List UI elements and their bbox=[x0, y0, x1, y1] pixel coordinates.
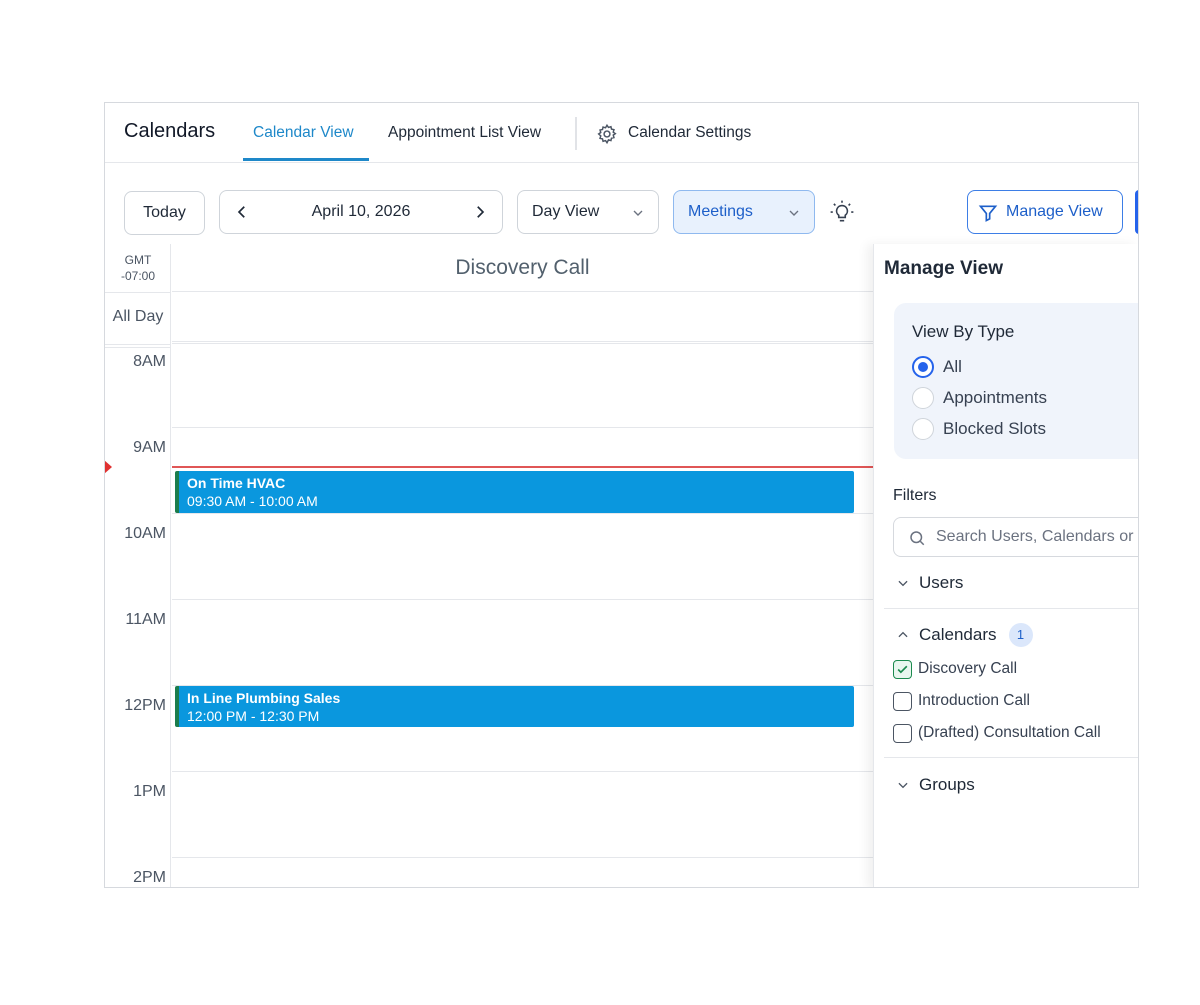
event-title: On Time HVAC bbox=[187, 475, 286, 491]
radio-button[interactable] bbox=[912, 418, 934, 440]
calendar-event[interactable]: On Time HVAC 09:30 AM - 10:00 AM bbox=[175, 471, 854, 513]
gutter-divider bbox=[105, 344, 171, 345]
top-bar: Calendars Calendar View Appointment List… bbox=[105, 103, 1138, 163]
groups-section-label: Groups bbox=[919, 775, 975, 794]
current-time-marker bbox=[105, 460, 112, 474]
hour-label: 1PM bbox=[133, 783, 166, 800]
tab-calendar-settings[interactable]: Calendar Settings bbox=[628, 124, 751, 142]
view-by-type-title: View By Type bbox=[912, 322, 1015, 341]
hour-label: 2PM bbox=[133, 869, 166, 886]
hour-label: 12PM bbox=[124, 697, 166, 714]
users-section-toggle[interactable]: Users bbox=[896, 572, 963, 594]
filter-search-box bbox=[893, 517, 1138, 557]
search-input[interactable] bbox=[936, 518, 1138, 556]
checkbox-label: Introduction Call bbox=[918, 692, 1031, 709]
chevron-down-icon bbox=[898, 782, 908, 789]
filters-title: Filters bbox=[893, 487, 937, 504]
current-date-label[interactable]: April 10, 2026 bbox=[220, 203, 502, 221]
calendar-filter-option[interactable]: Discovery Call bbox=[893, 659, 1017, 679]
today-button[interactable]: Today bbox=[124, 191, 205, 235]
view-mode-select[interactable]: Day View bbox=[517, 190, 659, 234]
date-navigator: April 10, 2026 bbox=[219, 190, 503, 234]
checkbox[interactable] bbox=[893, 659, 912, 679]
calendars-section-label: Calendars bbox=[919, 625, 997, 644]
view-by-type-box: View By Type All Appointments Blocked Sl… bbox=[894, 303, 1138, 459]
timezone-label: GMT -07:00 bbox=[105, 252, 171, 284]
chevron-down-icon bbox=[633, 210, 643, 216]
primary-action-button[interactable] bbox=[1135, 190, 1138, 234]
gutter-divider bbox=[105, 292, 171, 293]
day-calendar-grid: GMT -07:00 Discovery Call All Day 8AM 9A… bbox=[105, 244, 873, 887]
checkbox[interactable] bbox=[893, 723, 912, 743]
radio-button[interactable] bbox=[912, 387, 934, 409]
checkmark-icon bbox=[897, 665, 908, 673]
hour-line bbox=[172, 599, 873, 600]
radio-label: Appointments bbox=[943, 388, 1047, 407]
checkbox[interactable] bbox=[893, 691, 912, 711]
filter-icon bbox=[978, 205, 998, 222]
manage-view-button[interactable]: Manage View bbox=[967, 190, 1123, 234]
chevron-down-icon bbox=[789, 210, 799, 216]
hour-label: 9AM bbox=[133, 439, 166, 456]
hour-line bbox=[172, 771, 873, 772]
manage-view-panel: Manage View View By Type All Appointment… bbox=[873, 244, 1138, 887]
tab-calendar-view[interactable]: Calendar View bbox=[253, 124, 354, 142]
tab-appointment-list-view[interactable]: Appointment List View bbox=[388, 124, 541, 142]
hour-label: 10AM bbox=[124, 525, 166, 542]
calendar-app: Calendars Calendar View Appointment List… bbox=[104, 102, 1139, 888]
current-time-line bbox=[172, 466, 873, 468]
chevron-down-icon bbox=[898, 580, 908, 587]
page-title: Calendars bbox=[124, 120, 216, 142]
chevron-right-icon[interactable] bbox=[471, 203, 489, 221]
radio-option-blocked-slots[interactable]: Blocked Slots bbox=[912, 417, 1046, 441]
section-divider bbox=[884, 757, 1138, 758]
radio-label: Blocked Slots bbox=[943, 419, 1046, 438]
calendar-event[interactable]: In Line Plumbing Sales 12:00 PM - 12:30 … bbox=[175, 686, 854, 727]
radio-option-all[interactable]: All bbox=[912, 355, 962, 379]
active-tab-indicator bbox=[243, 158, 369, 161]
section-divider bbox=[884, 608, 1138, 609]
hour-line bbox=[172, 857, 873, 858]
search-icon bbox=[910, 531, 925, 546]
calendars-section-toggle[interactable]: Calendars 1 bbox=[896, 623, 1033, 647]
manage-view-label: Manage View bbox=[1006, 203, 1103, 220]
timezone-label-line1: GMT bbox=[124, 253, 152, 267]
calendar-column-header: Discovery Call bbox=[172, 244, 873, 292]
timezone-label-line2: -07:00 bbox=[120, 269, 156, 283]
radio-label: All bbox=[943, 357, 962, 376]
checkbox-label: (Drafted) Consultation Call bbox=[918, 724, 1101, 741]
radio-button[interactable] bbox=[912, 356, 934, 378]
all-day-row[interactable] bbox=[172, 292, 873, 344]
radio-option-appointments[interactable]: Appointments bbox=[912, 386, 1047, 410]
view-mode-label: Day View bbox=[532, 203, 600, 220]
hour-line bbox=[172, 513, 873, 514]
lightbulb-icon[interactable] bbox=[829, 199, 855, 225]
groups-section-toggle[interactable]: Groups bbox=[896, 774, 975, 796]
calendar-filter-option[interactable]: (Drafted) Consultation Call bbox=[893, 723, 1101, 743]
gear-icon[interactable] bbox=[596, 123, 618, 145]
hour-label: 8AM bbox=[133, 353, 166, 370]
chevron-up-icon bbox=[898, 631, 908, 638]
hour-label: 11AM bbox=[125, 611, 166, 628]
all-day-label: All Day bbox=[112, 308, 164, 325]
calendar-filter-option[interactable]: Introduction Call bbox=[893, 691, 1030, 711]
checkbox-label: Discovery Call bbox=[918, 660, 1018, 677]
calendar-type-select[interactable]: Meetings bbox=[673, 190, 815, 234]
event-time: 09:30 AM - 10:00 AM bbox=[187, 493, 318, 509]
event-time: 12:00 PM - 12:30 PM bbox=[187, 708, 320, 724]
tab-divider bbox=[575, 117, 577, 150]
calendar-type-label: Meetings bbox=[688, 203, 753, 220]
users-section-label: Users bbox=[919, 573, 964, 592]
gutter-divider bbox=[105, 347, 171, 348]
panel-title: Manage View bbox=[884, 258, 1003, 279]
hour-line bbox=[172, 427, 873, 428]
count-badge: 1 bbox=[1008, 623, 1033, 647]
event-title: In Line Plumbing Sales bbox=[187, 690, 341, 706]
